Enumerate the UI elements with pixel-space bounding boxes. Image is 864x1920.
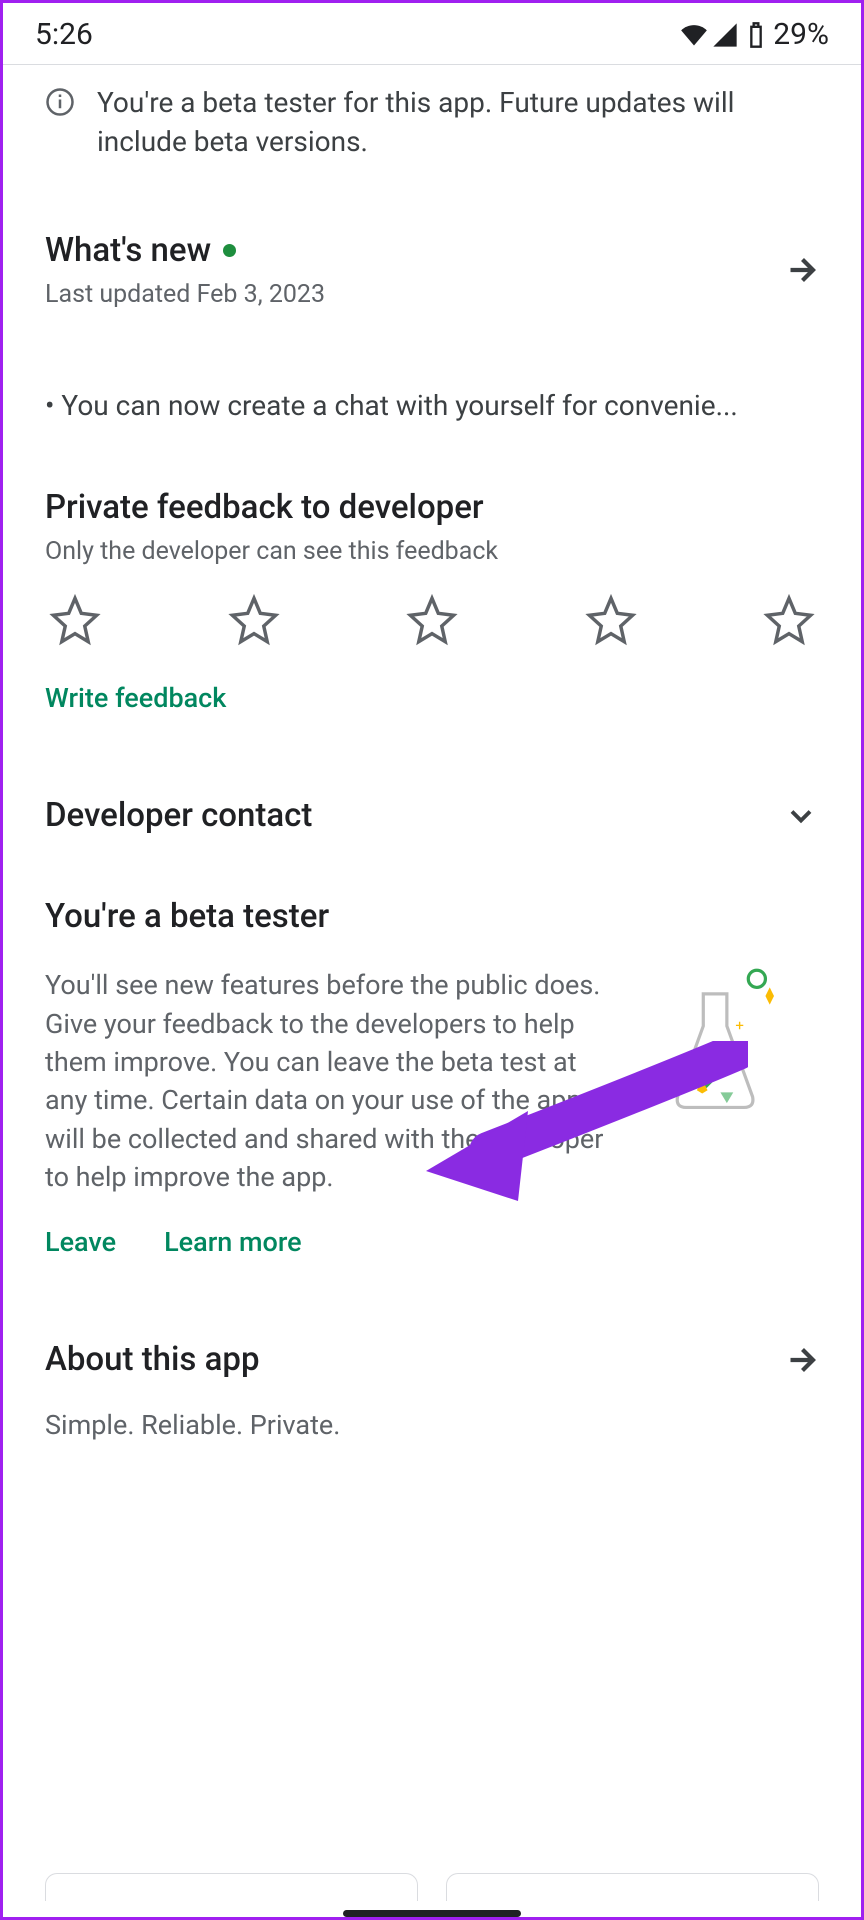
about-app-description: Simple. Reliable. Private. [45, 1409, 819, 1441]
whats-new-title: What's new [45, 231, 211, 270]
beaker-icon: + [649, 966, 779, 1116]
rating-stars [45, 566, 819, 656]
feedback-subtitle: Only the developer can see this feedback [45, 537, 819, 566]
about-app-title: About this app [45, 1340, 260, 1379]
developer-contact-section[interactable]: Developer contact [45, 734, 819, 841]
arrow-right-icon[interactable] [783, 252, 819, 288]
developer-contact-title: Developer contact [45, 796, 312, 835]
status-bar: 5:26 29% [3, 3, 861, 64]
bottom-cards [45, 1873, 819, 1903]
card-preview[interactable] [446, 1873, 819, 1901]
star-2[interactable] [228, 594, 280, 646]
beta-tester-section: You're a beta tester You'll see new feat… [45, 841, 819, 1272]
beta-info-text: You're a beta tester for this app. Futur… [97, 83, 819, 161]
leave-beta-link[interactable]: Leave [45, 1226, 116, 1258]
signal-icon [711, 21, 739, 49]
status-time: 5:26 [35, 17, 93, 52]
write-feedback-link[interactable]: Write feedback [45, 656, 819, 728]
learn-more-link[interactable]: Learn more [164, 1226, 301, 1258]
info-icon [45, 87, 75, 117]
arrow-right-icon[interactable] [783, 1342, 819, 1378]
status-icons: 29% [680, 17, 829, 52]
feedback-title: Private feedback to developer [45, 488, 819, 527]
battery-percent: 29% [773, 17, 829, 52]
gesture-bar [343, 1910, 521, 1917]
new-dot-icon [223, 244, 236, 257]
card-preview[interactable] [45, 1873, 418, 1901]
star-3[interactable] [406, 594, 458, 646]
battery-icon [742, 21, 770, 49]
beta-tester-description: You'll see new features before the publi… [45, 966, 625, 1196]
whats-new-body: • You can now create a chat with yoursel… [45, 389, 819, 422]
beta-info-banner: You're a beta tester for this app. Futur… [45, 65, 819, 173]
feedback-section: Private feedback to developer Only the d… [45, 446, 819, 734]
chevron-down-icon[interactable] [783, 798, 819, 834]
star-4[interactable] [585, 594, 637, 646]
beta-tester-title: You're a beta tester [45, 897, 819, 936]
last-updated: Last updated Feb 3, 2023 [45, 280, 325, 309]
star-1[interactable] [49, 594, 101, 646]
star-5[interactable] [763, 594, 815, 646]
about-app-section[interactable]: About this app Simple. Reliable. Private… [45, 1272, 819, 1447]
svg-text:+: + [735, 1017, 744, 1035]
wifi-icon [680, 21, 708, 49]
whats-new-section[interactable]: What's new Last updated Feb 3, 2023 • Yo… [45, 173, 819, 446]
